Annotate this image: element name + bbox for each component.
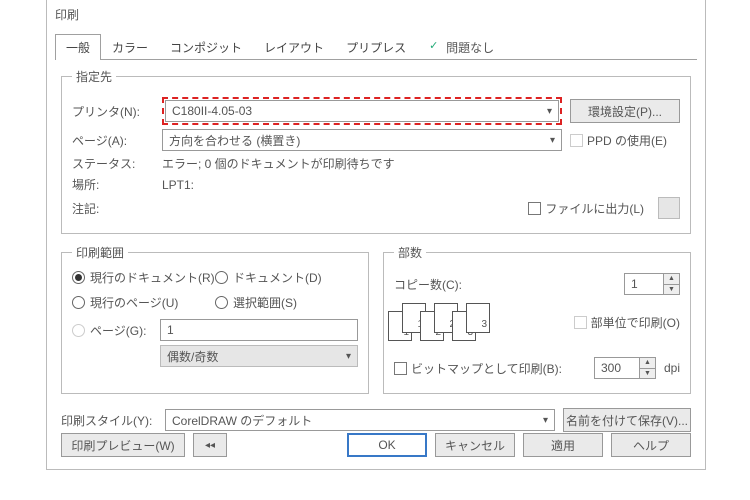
chevron-down-icon: ▾: [547, 106, 552, 117]
print-range-group: 印刷範囲 現行のドキュメント(R) ドキュメント(D) 現行のページ(U) 選択…: [61, 244, 369, 394]
print-to-file-checkbox[interactable]: ファイルに出力(L): [528, 200, 644, 217]
note-label: 注記:: [72, 200, 154, 217]
rewind-button[interactable]: ◂◂: [193, 433, 227, 457]
radio-current-doc[interactable]: 現行のドキュメント(R): [72, 269, 215, 286]
dpi-spinner[interactable]: ▲▼: [639, 358, 655, 378]
cancel-button[interactable]: キャンセル: [435, 433, 515, 457]
chevron-down-icon: ▾: [550, 135, 555, 146]
dpi-label: dpi: [664, 361, 680, 375]
radio-documents[interactable]: ドキュメント(D): [215, 269, 358, 286]
copies-label: コピー数(C):: [394, 276, 462, 293]
help-button[interactable]: ヘルプ: [611, 433, 691, 457]
tab-general[interactable]: 一般: [55, 34, 101, 60]
location-value: LPT1:: [162, 178, 194, 192]
radio-current-page[interactable]: 現行のページ(U): [72, 294, 215, 311]
print-range-legend: 印刷範囲: [72, 244, 128, 261]
dialog-footer: 印刷プレビュー(W) ◂◂ OK キャンセル 適用 ヘルプ: [61, 433, 691, 457]
apply-button[interactable]: 適用: [523, 433, 603, 457]
tab-composite[interactable]: コンポジット: [159, 34, 253, 60]
page-value: 方向を合わせる (横置き): [169, 132, 300, 149]
status-value: エラー; 0 個のドキュメントが印刷待ちです: [162, 155, 395, 172]
print-dialog: 印刷 一般 カラー コンポジット レイアウト プリプレス 問題なし 指定先 プリ…: [46, 0, 706, 470]
radio-selection[interactable]: 選択範囲(S): [215, 294, 358, 311]
collate-preview: [394, 307, 488, 337]
file-output-button: [658, 197, 680, 219]
dpi-input[interactable]: 300▲▼: [594, 357, 656, 379]
printer-value: C180II-4.05-03: [172, 104, 252, 118]
radio-pages: ページ(G):: [72, 322, 152, 339]
print-to-file-label: ファイルに出力(L): [545, 202, 644, 216]
collate-checkbox: 部単位で印刷(O): [574, 314, 680, 331]
tab-bar: 一般 カラー コンポジット レイアウト プリプレス 問題なし: [55, 33, 697, 60]
page-select[interactable]: 方向を合わせる (横置き) ▾: [162, 129, 562, 151]
tab-layout[interactable]: レイアウト: [253, 34, 335, 60]
dialog-body: 指定先 プリンタ(N): C180II-4.05-03▾ 環境設定(P)... …: [47, 60, 705, 444]
printer-highlight: C180II-4.05-03 ▾: [162, 97, 562, 125]
destination-group: 指定先 プリンタ(N): C180II-4.05-03▾ 環境設定(P)... …: [61, 68, 691, 234]
destination-legend: 指定先: [72, 68, 116, 85]
ok-button[interactable]: OK: [347, 433, 427, 457]
check-icon: [428, 40, 442, 54]
dialog-title: 印刷: [47, 0, 705, 29]
bitmap-checkbox[interactable]: ビットマップとして印刷(B):: [394, 360, 562, 377]
printer-select[interactable]: C180II-4.05-03 ▾: [165, 100, 559, 122]
tab-color[interactable]: カラー: [101, 34, 159, 60]
odd-even-select: 偶数/奇数▾: [160, 345, 358, 367]
env-settings-button[interactable]: 環境設定(P)...: [570, 99, 680, 123]
print-style-select[interactable]: CorelDRAW のデフォルト▾: [165, 409, 555, 431]
pages-input[interactable]: 1: [160, 319, 358, 341]
printer-label: プリンタ(N):: [72, 103, 154, 120]
chevron-down-icon: ▾: [543, 415, 548, 426]
ppd-label: PPD の使用(E): [587, 134, 667, 148]
print-preview-button[interactable]: 印刷プレビュー(W): [61, 433, 185, 457]
status-label: ステータス:: [72, 155, 154, 172]
tab-noissues[interactable]: 問題なし: [417, 34, 505, 60]
tab-noissues-label: 問題なし: [446, 41, 494, 55]
print-style-label: 印刷スタイル(Y):: [61, 412, 157, 429]
copies-input[interactable]: 1▲▼: [624, 273, 680, 295]
save-as-button[interactable]: 名前を付けて保存(V)...: [563, 408, 691, 432]
location-label: 場所:: [72, 176, 154, 193]
chevron-down-icon: ▾: [346, 351, 351, 362]
page-label: ページ(A):: [72, 132, 154, 149]
copies-legend: 部数: [394, 244, 426, 261]
copies-group: 部数 コピー数(C): 1▲▼ 部単位で印刷(O) ビットマップとして印刷(B)…: [383, 244, 691, 394]
ppd-checkbox: PPD の使用(E): [570, 132, 680, 149]
copies-spinner[interactable]: ▲▼: [663, 274, 679, 294]
tab-prepress[interactable]: プリプレス: [335, 34, 417, 60]
